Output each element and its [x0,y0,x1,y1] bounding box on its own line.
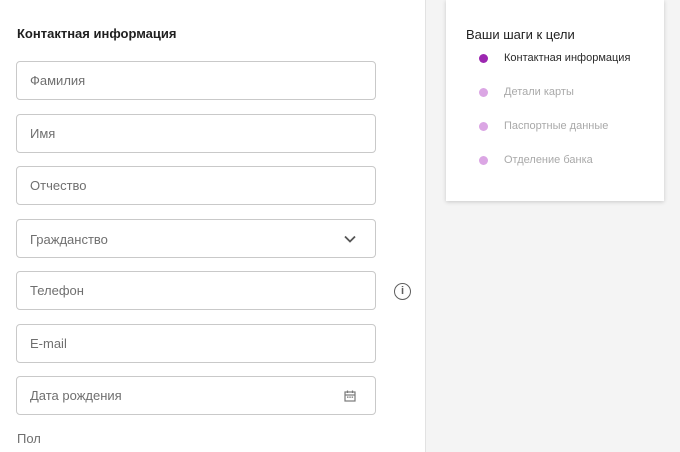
phone-field[interactable] [16,271,376,310]
step-label: Контактная информация [504,52,631,64]
phone-input[interactable] [17,272,375,309]
chevron-down-icon[interactable] [343,232,357,246]
info-icon[interactable]: i [394,283,411,300]
step-dot [479,121,488,131]
birth-date-field[interactable] [16,376,376,415]
birth-date-input[interactable] [17,377,375,414]
email-input[interactable] [17,325,375,362]
step-dot [479,155,488,165]
citizenship-placeholder: Гражданство [30,232,108,247]
steps-title: Ваши шаги к цели [466,27,575,42]
section-title: Контактная информация [17,26,177,41]
step-label: Детали карты [504,86,574,98]
last-name-field[interactable] [16,61,376,100]
step-label: Отделение банка [504,154,593,166]
step-bank-branch: Отделение банка [479,153,593,167]
step-label: Паспортные данные [504,120,609,132]
email-field[interactable] [16,324,376,363]
gender-label: Пол [17,431,41,446]
calendar-icon[interactable] [343,389,357,403]
first-name-field[interactable] [16,114,376,153]
contact-form-panel: Контактная информация Гражданство i [0,0,426,452]
step-contact-info: Контактная информация [479,51,630,65]
last-name-input[interactable] [17,62,375,99]
middle-name-input[interactable] [17,167,375,204]
step-dot-active [479,53,488,63]
info-icon-glyph: i [400,285,405,297]
step-passport-data: Паспортные данные [479,119,608,133]
first-name-input[interactable] [17,115,375,152]
citizenship-select[interactable]: Гражданство [16,219,376,258]
step-card-details: Детали карты [479,85,574,99]
middle-name-field[interactable] [16,166,376,205]
steps-card: Ваши шаги к цели Контактная информация Д… [446,0,664,201]
step-dot [479,87,488,97]
